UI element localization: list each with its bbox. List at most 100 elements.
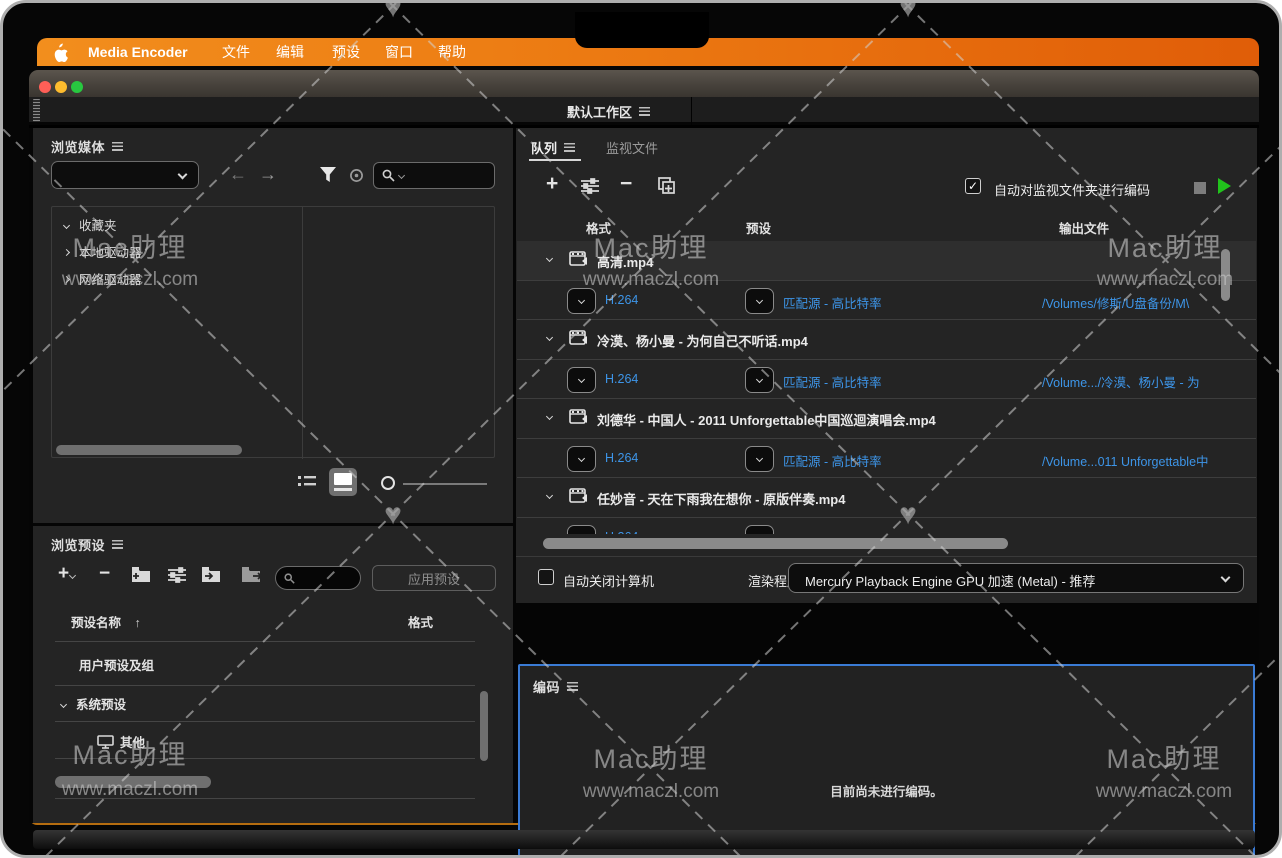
format-dropdown-button[interactable]: [567, 288, 596, 314]
panel-grip-handle[interactable]: [33, 99, 40, 122]
preset-dropdown-button[interactable]: [745, 525, 774, 534]
tree-item-favorites[interactable]: 收藏夹: [60, 214, 117, 238]
format-link[interactable]: H.264: [605, 451, 638, 465]
eye-icon[interactable]: [348, 168, 365, 188]
export-presets-icon[interactable]: [241, 566, 263, 588]
media-search-input[interactable]: [373, 162, 495, 189]
zoom-window-button[interactable]: [71, 81, 83, 93]
preset-settings-icon[interactable]: [167, 567, 187, 588]
import-presets-icon[interactable]: [201, 566, 222, 588]
preset-search-input[interactable]: [275, 566, 361, 590]
window-titlebar[interactable]: [29, 70, 1259, 97]
queue-row-group[interactable]: 刘德华 - 中国人 - 2011 Unforgettable中国巡迴演唱会.mp…: [517, 399, 1256, 438]
search-scope-chevron-icon[interactable]: [398, 172, 405, 179]
preset-dropdown-button[interactable]: [745, 446, 774, 472]
preset-link[interactable]: 匹配源 - 高比特率: [783, 451, 882, 470]
chevron-down-icon[interactable]: [546, 492, 553, 499]
preset-format-column-header[interactable]: 格式: [408, 612, 433, 631]
queue-horizontal-scrollbar[interactable]: [543, 538, 1008, 549]
queue-output-row[interactable]: H.264 匹配源 - 高比特率 /Volume.../冷漠、杨小曼 - 为: [517, 359, 1256, 399]
format-link[interactable]: H.264: [605, 530, 638, 534]
preset-vertical-scrollbar[interactable]: [480, 691, 488, 761]
column-output[interactable]: 输出文件: [1059, 218, 1109, 237]
queue-row-group[interactable]: 高清.mp4: [517, 241, 1256, 280]
workspace-tab[interactable]: 默认工作区: [567, 102, 650, 121]
media-source-dropdown[interactable]: [51, 161, 199, 189]
list-view-icon[interactable]: [298, 474, 316, 495]
preset-link[interactable]: 匹配源 - 高比特率: [783, 530, 882, 534]
media-browser-menu-icon[interactable]: [112, 142, 123, 151]
preset-row-system-presets[interactable]: 系统预设: [61, 694, 126, 713]
menu-help[interactable]: 帮助: [438, 38, 466, 66]
format-dropdown-button[interactable]: [567, 525, 596, 534]
chevron-down-icon[interactable]: [63, 222, 70, 229]
start-queue-button[interactable]: [1218, 178, 1231, 194]
preset-name-column-header[interactable]: 预设名称 ↑: [71, 612, 141, 631]
tree-horizontal-scrollbar[interactable]: [56, 445, 242, 455]
column-format[interactable]: 格式: [586, 218, 611, 237]
renderer-dropdown[interactable]: Mercury Playback Engine GPU 加速 (Metal) -…: [788, 563, 1244, 593]
tab-queue[interactable]: 队列: [531, 138, 575, 157]
filter-icon[interactable]: [319, 166, 337, 188]
queue-output-row[interactable]: H.264 匹配源 - 高比特率 /Volume... 天在下雨我在想: [517, 517, 1256, 534]
menu-file[interactable]: 文件: [222, 38, 250, 66]
remove-source-button[interactable]: −: [620, 176, 632, 192]
format-dropdown-button[interactable]: [567, 367, 596, 393]
preset-horizontal-scrollbar[interactable]: [55, 776, 211, 788]
menu-window[interactable]: 窗口: [385, 38, 413, 66]
zoom-slider-track[interactable]: [403, 483, 487, 485]
apply-preset-button[interactable]: 应用预设: [372, 565, 496, 591]
forward-arrow-button[interactable]: →: [259, 164, 277, 185]
new-preset-group-icon[interactable]: [131, 566, 152, 588]
output-path-link[interactable]: /Volume... 天在下雨我在想: [1042, 530, 1232, 534]
chevron-right-icon[interactable]: [63, 276, 70, 283]
format-dropdown-button[interactable]: [567, 446, 596, 472]
output-path-link[interactable]: /Volume...011 Unforgettable中: [1042, 451, 1232, 470]
queue-row-group[interactable]: 任妙音 - 天在下雨我在想你 - 原版伴奏.mp4: [517, 478, 1256, 517]
add-source-button[interactable]: +: [546, 176, 558, 192]
queue-output-row[interactable]: H.264 匹配源 - 高比特率 /Volumes/修斯/U盘备份/M\: [517, 280, 1256, 320]
minimize-window-button[interactable]: [55, 81, 67, 93]
workspace-menu-icon[interactable]: [639, 107, 650, 116]
preset-row-other[interactable]: 其他: [97, 732, 145, 751]
close-window-button[interactable]: [39, 81, 51, 93]
auto-encode-checkbox[interactable]: ✓: [965, 178, 981, 194]
preset-link[interactable]: 匹配源 - 高比特率: [783, 293, 882, 312]
column-preset[interactable]: 预设: [746, 218, 771, 237]
apple-menu-icon[interactable]: [51, 38, 68, 66]
zoom-slider-knob[interactable]: [381, 476, 395, 490]
chevron-down-icon[interactable]: [546, 413, 553, 420]
chevron-down-icon[interactable]: [546, 255, 553, 262]
tree-item-network-drives[interactable]: 网络驱动器: [60, 268, 142, 292]
encoding-menu-icon[interactable]: [567, 682, 578, 691]
queue-vertical-scrollbar[interactable]: [1221, 249, 1230, 301]
menu-preset[interactable]: 预设: [332, 38, 360, 66]
tree-item-local-drives[interactable]: 本地驱动器: [60, 241, 142, 265]
menu-edit[interactable]: 编辑: [276, 38, 304, 66]
chevron-down-icon[interactable]: [60, 701, 67, 708]
delete-preset-button[interactable]: −: [99, 566, 110, 582]
queue-row-group[interactable]: 冷漠、杨小曼 - 为何自己不听话.mp4: [517, 320, 1256, 359]
queue-settings-icon[interactable]: [580, 178, 600, 199]
menubar-app-name[interactable]: Media Encoder: [88, 38, 188, 66]
stop-queue-button[interactable]: [1194, 182, 1206, 194]
queue-output-row[interactable]: H.264 匹配源 - 高比特率 /Volume...011 Unforgett…: [517, 438, 1256, 478]
preset-browser-menu-icon[interactable]: [112, 540, 123, 549]
format-link[interactable]: H.264: [605, 372, 638, 386]
preset-link[interactable]: 匹配源 - 高比特率: [783, 372, 882, 391]
format-link[interactable]: H.264: [605, 293, 638, 307]
duplicate-icon[interactable]: [656, 176, 676, 201]
output-path-link[interactable]: /Volumes/修斯/U盘备份/M\: [1042, 293, 1232, 312]
back-arrow-button[interactable]: ←: [229, 164, 247, 185]
chevron-right-icon[interactable]: [63, 249, 70, 256]
queue-menu-icon[interactable]: [564, 143, 575, 152]
add-preset-button[interactable]: +: [58, 566, 75, 582]
auto-shutdown-checkbox[interactable]: [538, 569, 554, 585]
chevron-down-icon[interactable]: [546, 334, 553, 341]
preset-dropdown-button[interactable]: [745, 288, 774, 314]
thumbnail-view-button[interactable]: [329, 468, 357, 496]
tab-watch-folders[interactable]: 监视文件: [606, 138, 658, 157]
output-path-link[interactable]: /Volume.../冷漠、杨小曼 - 为: [1042, 372, 1232, 391]
preset-dropdown-button[interactable]: [745, 367, 774, 393]
preset-row-user-presets[interactable]: 用户预设及组: [79, 655, 154, 674]
